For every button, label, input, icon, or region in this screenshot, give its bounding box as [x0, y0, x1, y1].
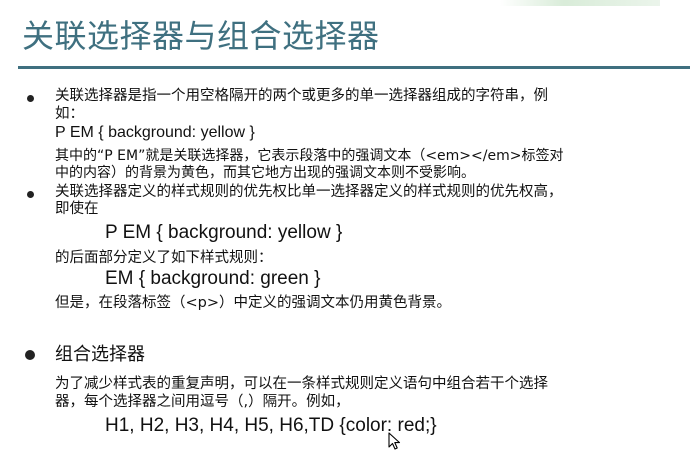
section3-line1: 为了减少样式表的重复声明，可以在一条样式规则定义语句中组合若干个选择 — [55, 376, 548, 392]
section3-line2: 器，每个选择器之间用逗号（,）隔开。例如， — [55, 394, 350, 410]
section3-heading: 组合选择器 — [55, 344, 145, 365]
section2-middle: 的后面部分定义了如下样式规则： — [55, 250, 273, 266]
slide: 关联选择器与组合选择器 关联选择器是指一个用空格隔开的两个或更多的单一选择器组成… — [0, 0, 700, 451]
section1-desc2: 中的内容）的背景为黄色，而其它地方出现的强调文本则不受影响。 — [55, 165, 475, 181]
section1-line2: 如： — [55, 106, 84, 122]
corner-decoration — [500, 0, 660, 6]
section1-desc1: 其中的“P EM”就是关联选择器，它表示段落中的强调文本（<em></em>标签… — [55, 148, 564, 164]
title-divider — [18, 66, 690, 69]
mouse-pointer-icon — [388, 432, 401, 450]
section2-code2: EM { background: green } — [105, 268, 321, 289]
bullet-2 — [27, 191, 34, 198]
section1-code: P EM { background: yellow } — [55, 124, 255, 141]
bullet-1 — [27, 95, 34, 102]
section1-line1: 关联选择器是指一个用空格隔开的两个或更多的单一选择器组成的字符串，例 — [55, 88, 548, 104]
section2-code1: P EM { background: yellow } — [105, 222, 343, 243]
bullet-3 — [25, 350, 35, 360]
section2-line1: 关联选择器定义的样式规则的优先权比单一选择器定义的样式规则的优先权高， — [55, 184, 563, 200]
section2-line2: 即使在 — [55, 201, 99, 217]
section2-conclusion: 但是，在段落标签（<p>）中定义的强调文本仍用黄色背景。 — [55, 295, 452, 311]
slide-title: 关联选择器与组合选择器 — [22, 17, 380, 55]
section3-code: H1, H2, H3, H4, H5, H6,TD {color: red;} — [105, 415, 437, 436]
